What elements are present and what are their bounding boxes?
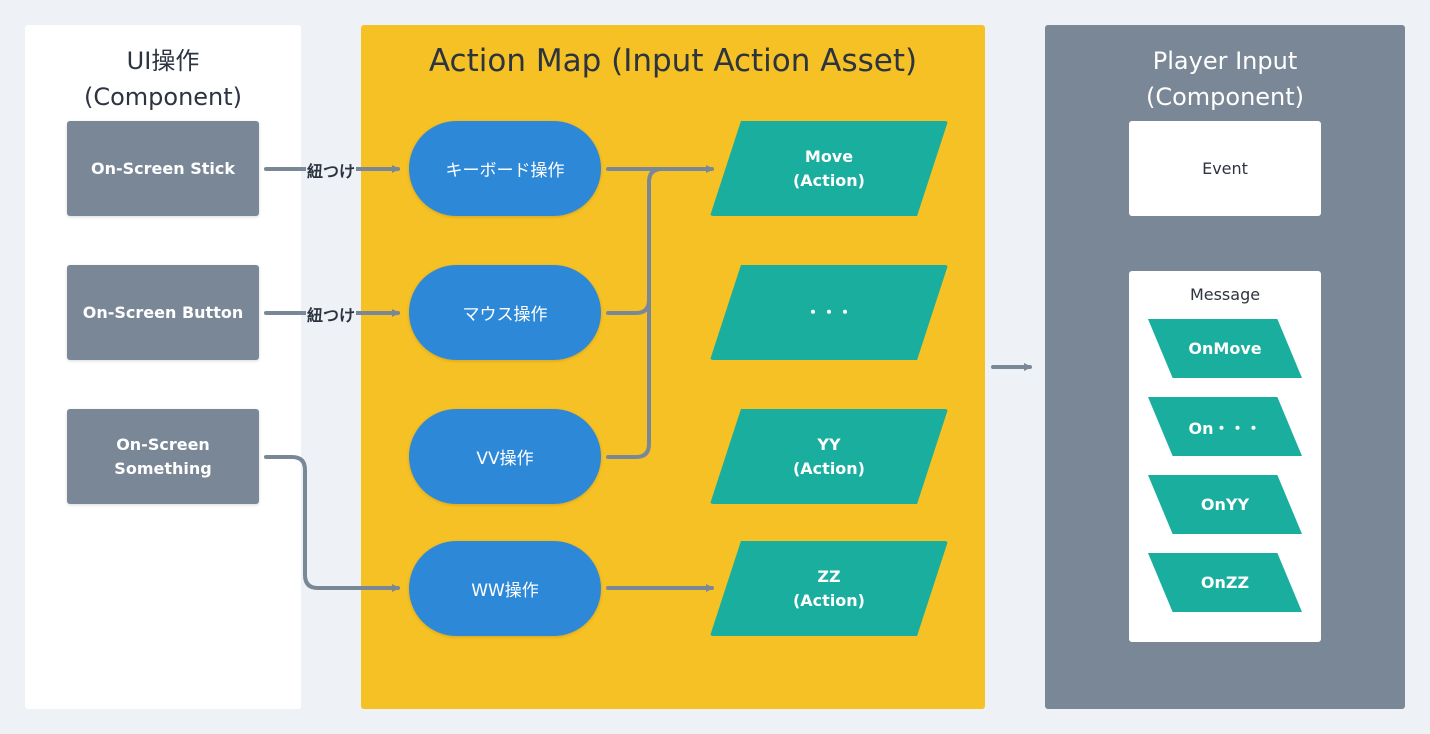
ww-control-label: WW操作 (471, 581, 539, 601)
vv-control-label: VV操作 (476, 449, 534, 469)
mouse-control-node[interactable]: マウス操作 (409, 265, 601, 360)
on-move-message[interactable]: OnMove (1148, 319, 1302, 378)
move-action-type: (Action) (792, 170, 865, 190)
on-zz-label: OnZZ (1200, 573, 1250, 592)
zz-action-node[interactable]: ZZ (Action) (710, 541, 948, 636)
keyboard-control-node[interactable]: キーボード操作 (409, 121, 601, 216)
on-move-label: OnMove (1188, 339, 1262, 358)
keyboard-control-label: キーボード操作 (445, 161, 565, 181)
link-label-stick: 紐つけ (306, 158, 357, 182)
yy-action-type: (Action) (792, 458, 865, 478)
zz-action-type: (Action) (792, 590, 865, 610)
move-action-name: Move (804, 146, 854, 166)
mouse-control-label: マウス操作 (462, 305, 548, 325)
event-box[interactable]: Event (1129, 121, 1321, 216)
on-ellipsis-message[interactable]: On・・・ (1148, 397, 1302, 456)
on-zz-message[interactable]: OnZZ (1148, 553, 1302, 612)
ellipsis-action-label: ・・・ (804, 302, 853, 322)
on-ellipsis-label: On・・・ (1188, 418, 1262, 438)
link-label-button: 紐つけ (306, 302, 357, 326)
on-screen-stick-box[interactable]: On-Screen Stick (67, 121, 259, 216)
connector-vv-to-move (606, 298, 651, 459)
vv-control-node[interactable]: VV操作 (409, 409, 601, 504)
yy-action-name: YY (817, 434, 841, 454)
event-label: Event (1202, 159, 1248, 178)
message-label: Message (1189, 285, 1261, 304)
zz-action-name: ZZ (817, 566, 841, 586)
on-yy-label: OnYY (1200, 495, 1250, 514)
ww-control-node[interactable]: WW操作 (409, 541, 601, 636)
on-screen-button-label: On-Screen Button (82, 302, 244, 322)
on-screen-something-label-line2: Something (114, 458, 212, 478)
ellipsis-action-node[interactable]: ・・・ (710, 265, 948, 360)
on-screen-something-box[interactable]: On-Screen Something (67, 409, 259, 504)
on-screen-something-label-line1: On-Screen (116, 434, 210, 454)
on-yy-message[interactable]: OnYY (1148, 475, 1302, 534)
on-screen-button-box[interactable]: On-Screen Button (67, 265, 259, 360)
move-action-node[interactable]: Move (Action) (710, 121, 948, 216)
connector-something-to-ww (264, 455, 400, 592)
connector-mouse-to-move (606, 167, 664, 315)
yy-action-node[interactable]: YY (Action) (710, 409, 948, 504)
on-screen-stick-label: On-Screen Stick (91, 158, 235, 178)
